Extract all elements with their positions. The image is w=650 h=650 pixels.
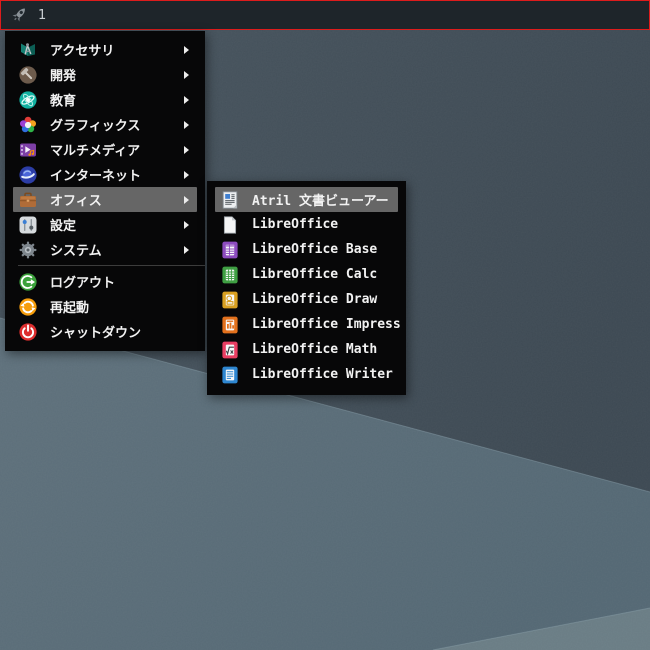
- shutdown-icon: [18, 322, 38, 342]
- logout-icon: [18, 272, 38, 292]
- writer-icon: [220, 365, 240, 385]
- submenu-arrow-icon: [184, 145, 189, 154]
- workspace-indicator[interactable]: 1: [38, 9, 46, 22]
- menu-item-label: システム: [50, 244, 102, 259]
- menu-item-libreoffice-draw[interactable]: LibreOffice Draw: [215, 287, 398, 312]
- menu-item-label: LibreOffice Math: [252, 342, 378, 357]
- menu-item-libreoffice-impress[interactable]: LibreOffice Impress: [215, 312, 401, 337]
- draw-icon: [220, 290, 240, 310]
- menu-item-settings[interactable]: 設定: [13, 212, 197, 237]
- menu-item-label: シャットダウン: [50, 326, 142, 341]
- top-panel: 1: [0, 0, 650, 30]
- menu-item-label: 設定: [50, 219, 77, 234]
- menu-item-label: 開発: [50, 69, 77, 84]
- menu-item-development[interactable]: 開発: [13, 62, 197, 87]
- menu-item-label: LibreOffice Base: [252, 242, 378, 257]
- menu-item-label: オフィス: [50, 194, 102, 209]
- office-submenu: Atril 文書ビューアー LibreOffice LibreOffice Base…: [207, 181, 406, 395]
- menu-item-accessories[interactable]: アクセサリ: [13, 37, 197, 62]
- submenu-arrow-icon: [184, 70, 189, 79]
- menu-item-label: ログアウト: [50, 276, 116, 291]
- settings-icon: [18, 215, 38, 235]
- menu-item-libreoffice-writer[interactable]: LibreOffice Writer: [215, 362, 398, 387]
- menu-item-label: Atril 文書ビューアー: [252, 194, 389, 209]
- menu-item-label: LibreOffice Calc: [252, 267, 378, 282]
- applications-menu: アクセサリ開発教育グラフィックス マルチメディア インターネット オフィス設定システム…: [5, 31, 205, 351]
- submenu-arrow-icon: [184, 220, 189, 229]
- menu-item-office[interactable]: オフィス: [13, 187, 197, 212]
- base-icon: [220, 240, 240, 260]
- multimedia-icon: [18, 140, 38, 160]
- libreoffice-icon: [220, 215, 240, 235]
- submenu-arrow-icon: [184, 195, 189, 204]
- menu-item-system[interactable]: システム: [13, 237, 197, 262]
- menu-item-education[interactable]: 教育: [13, 87, 197, 112]
- menu-item-label: LibreOffice Impress: [252, 317, 401, 332]
- menu-item-atril[interactable]: Atril 文書ビューアー: [215, 187, 398, 212]
- menu-item-restart[interactable]: 再起動: [13, 294, 197, 319]
- menu-item-label: マルチメディア: [50, 144, 141, 159]
- menu-item-libreoffice-base[interactable]: LibreOffice Base: [215, 237, 398, 262]
- calc-icon: [220, 265, 240, 285]
- menu-item-internet[interactable]: インターネット: [13, 162, 197, 187]
- restart-icon: [18, 297, 38, 317]
- menu-item-graphics[interactable]: グラフィックス: [13, 112, 197, 137]
- submenu-arrow-icon: [184, 170, 189, 179]
- desktop: 1 アクセサリ開発教育グラフィックス マルチメディア インターネット オフィス設定シス…: [0, 0, 650, 650]
- menu-item-libreoffice-math[interactable]: LibreOffice Math: [215, 337, 398, 362]
- submenu-arrow-icon: [184, 45, 189, 54]
- menu-item-logout[interactable]: ログアウト: [13, 269, 197, 294]
- menu-item-libreoffice[interactable]: LibreOffice: [215, 212, 398, 237]
- education-icon: [18, 90, 38, 110]
- office-icon: [18, 190, 38, 210]
- menu-item-label: LibreOffice Writer: [252, 367, 393, 382]
- accessories-icon: [18, 40, 38, 60]
- math-icon: [220, 340, 240, 360]
- menu-item-label: LibreOffice Draw: [252, 292, 378, 307]
- menu-item-label: 再起動: [50, 301, 90, 316]
- menu-item-label: インターネット: [50, 169, 142, 184]
- menu-item-label: 教育: [50, 94, 77, 109]
- menu-item-label: アクセサリ: [50, 44, 115, 59]
- development-icon: [18, 65, 38, 85]
- submenu-arrow-icon: [184, 120, 189, 129]
- menu-separator: [18, 265, 205, 266]
- submenu-arrow-icon: [184, 245, 189, 254]
- menu-item-libreoffice-calc[interactable]: LibreOffice Calc: [215, 262, 398, 287]
- menu-item-multimedia[interactable]: マルチメディア: [13, 137, 197, 162]
- atril-icon: [220, 190, 240, 210]
- menu-item-label: LibreOffice: [252, 217, 339, 232]
- internet-icon: [18, 165, 38, 185]
- impress-icon: [220, 315, 240, 335]
- graphics-icon: [18, 115, 38, 135]
- rocket-icon[interactable]: [9, 5, 29, 25]
- submenu-arrow-icon: [184, 95, 189, 104]
- system-icon: [18, 240, 38, 260]
- menu-item-shutdown[interactable]: シャットダウン: [13, 319, 197, 344]
- menu-item-label: グラフィックス: [50, 119, 141, 134]
